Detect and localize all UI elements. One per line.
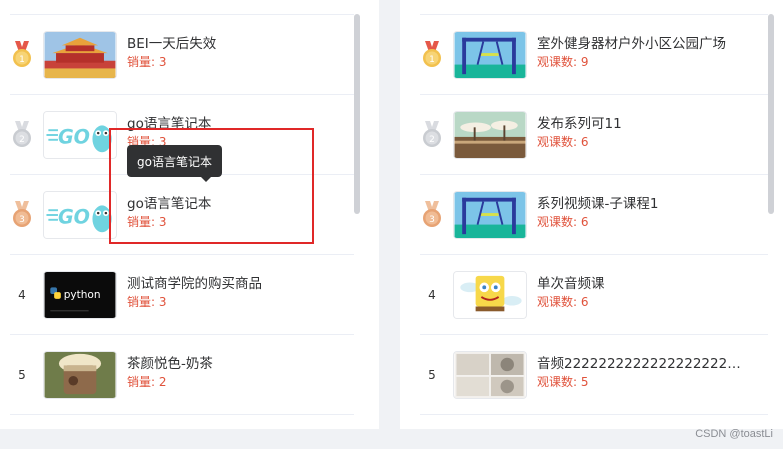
bronze-medal-icon: 3 <box>420 200 444 230</box>
silver-medal-icon: 2 <box>420 120 444 150</box>
list-item[interactable]: 3 系列视频课-子课程1 观课数: 6 <box>420 175 768 255</box>
go-logo-text: GO <box>58 206 90 229</box>
course-thumbnail[interactable] <box>453 31 527 79</box>
rank-number-text: 5 <box>428 368 436 382</box>
rank-number-text: 5 <box>18 368 26 382</box>
course-thumbnail[interactable] <box>453 111 527 159</box>
list-item[interactable]: 5 音频222222222222222222222222 观课数: 5 <box>420 335 768 415</box>
product-thumbnail[interactable] <box>43 351 117 399</box>
course-thumbnail[interactable] <box>453 271 527 319</box>
item-title: 音频222222222222222222222222 <box>537 356 747 372</box>
rank-number: 4 <box>10 280 34 310</box>
item-title: 系列视频课-子课程1 <box>537 196 659 212</box>
view-count: 观课数: 5 <box>537 375 589 389</box>
scrollbar[interactable] <box>354 14 360 214</box>
title-tooltip: go语言笔记本 <box>127 145 222 177</box>
list-item[interactable]: 4 单次音频课 观课数: 6 <box>420 255 768 335</box>
rank-number: 5 <box>420 360 444 390</box>
gold-medal-icon: 1 <box>10 40 34 70</box>
gold-medal-icon: 1 <box>420 40 444 70</box>
view-count: 观课数: 6 <box>537 135 589 149</box>
course-thumbnail[interactable] <box>453 191 527 239</box>
list-item[interactable]: 2 发布系列可11 观课数: 6 <box>420 95 768 175</box>
product-thumbnail[interactable] <box>43 31 117 79</box>
bronze-medal-icon: 3 <box>10 200 34 230</box>
item-title: 单次音频课 <box>537 276 605 292</box>
svg-text:3: 3 <box>19 215 25 225</box>
python-logo-text: python <box>64 289 101 301</box>
sales-count: 销量: 3 <box>127 295 167 309</box>
item-title: 发布系列可11 <box>537 116 622 132</box>
view-count: 观课数: 6 <box>537 215 589 229</box>
list-item[interactable]: 5 茶颜悦色-奶茶 销量: 2 <box>10 335 354 415</box>
rank-number: 4 <box>420 280 444 310</box>
silver-medal-icon: 2 <box>10 120 34 150</box>
svg-text:2: 2 <box>19 135 25 145</box>
list-item[interactable]: 1 BEI一天后失效 销量: 3 <box>10 15 354 95</box>
scrollbar[interactable] <box>768 14 774 214</box>
rank-number-text: 4 <box>18 288 26 302</box>
item-title: 测试商学院的购买商品 <box>127 276 262 292</box>
product-thumbnail[interactable]: python <box>43 271 117 319</box>
sales-count: 销量: 2 <box>127 375 167 389</box>
rank-number: 5 <box>10 360 34 390</box>
divider <box>10 414 354 415</box>
view-count: 观课数: 9 <box>537 55 589 69</box>
svg-text:2: 2 <box>429 135 435 145</box>
list-item[interactable]: 1 室外健身器材户外小区公园广场 观课数: 9 <box>420 15 768 95</box>
rank-number-text: 4 <box>428 288 436 302</box>
svg-text:3: 3 <box>429 215 435 225</box>
tooltip-arrow <box>200 176 212 182</box>
item-title: 茶颜悦色-奶茶 <box>127 356 213 372</box>
item-title: BEI一天后失效 <box>127 36 217 52</box>
go-logo-text: GO <box>58 126 90 149</box>
course-views-ranking-panel: 1 室外健身器材户外小区公园广场 观课数: 9 2 发布系列可11 观课数: 6… <box>400 0 783 429</box>
product-thumbnail[interactable]: GO <box>43 111 117 159</box>
item-title: 室外健身器材户外小区公园广场 <box>537 36 726 52</box>
list-item[interactable]: 4 python 测试商学院的购买商品 销量: 3 <box>10 255 354 335</box>
watermark: CSDN @toastLi <box>695 428 773 440</box>
view-count: 观课数: 6 <box>537 295 589 309</box>
divider <box>420 414 768 415</box>
svg-text:1: 1 <box>429 55 435 65</box>
sales-count: 销量: 3 <box>127 55 167 69</box>
svg-text:1: 1 <box>19 55 25 65</box>
product-thumbnail[interactable]: GO <box>43 191 117 239</box>
course-thumbnail[interactable] <box>453 351 527 399</box>
